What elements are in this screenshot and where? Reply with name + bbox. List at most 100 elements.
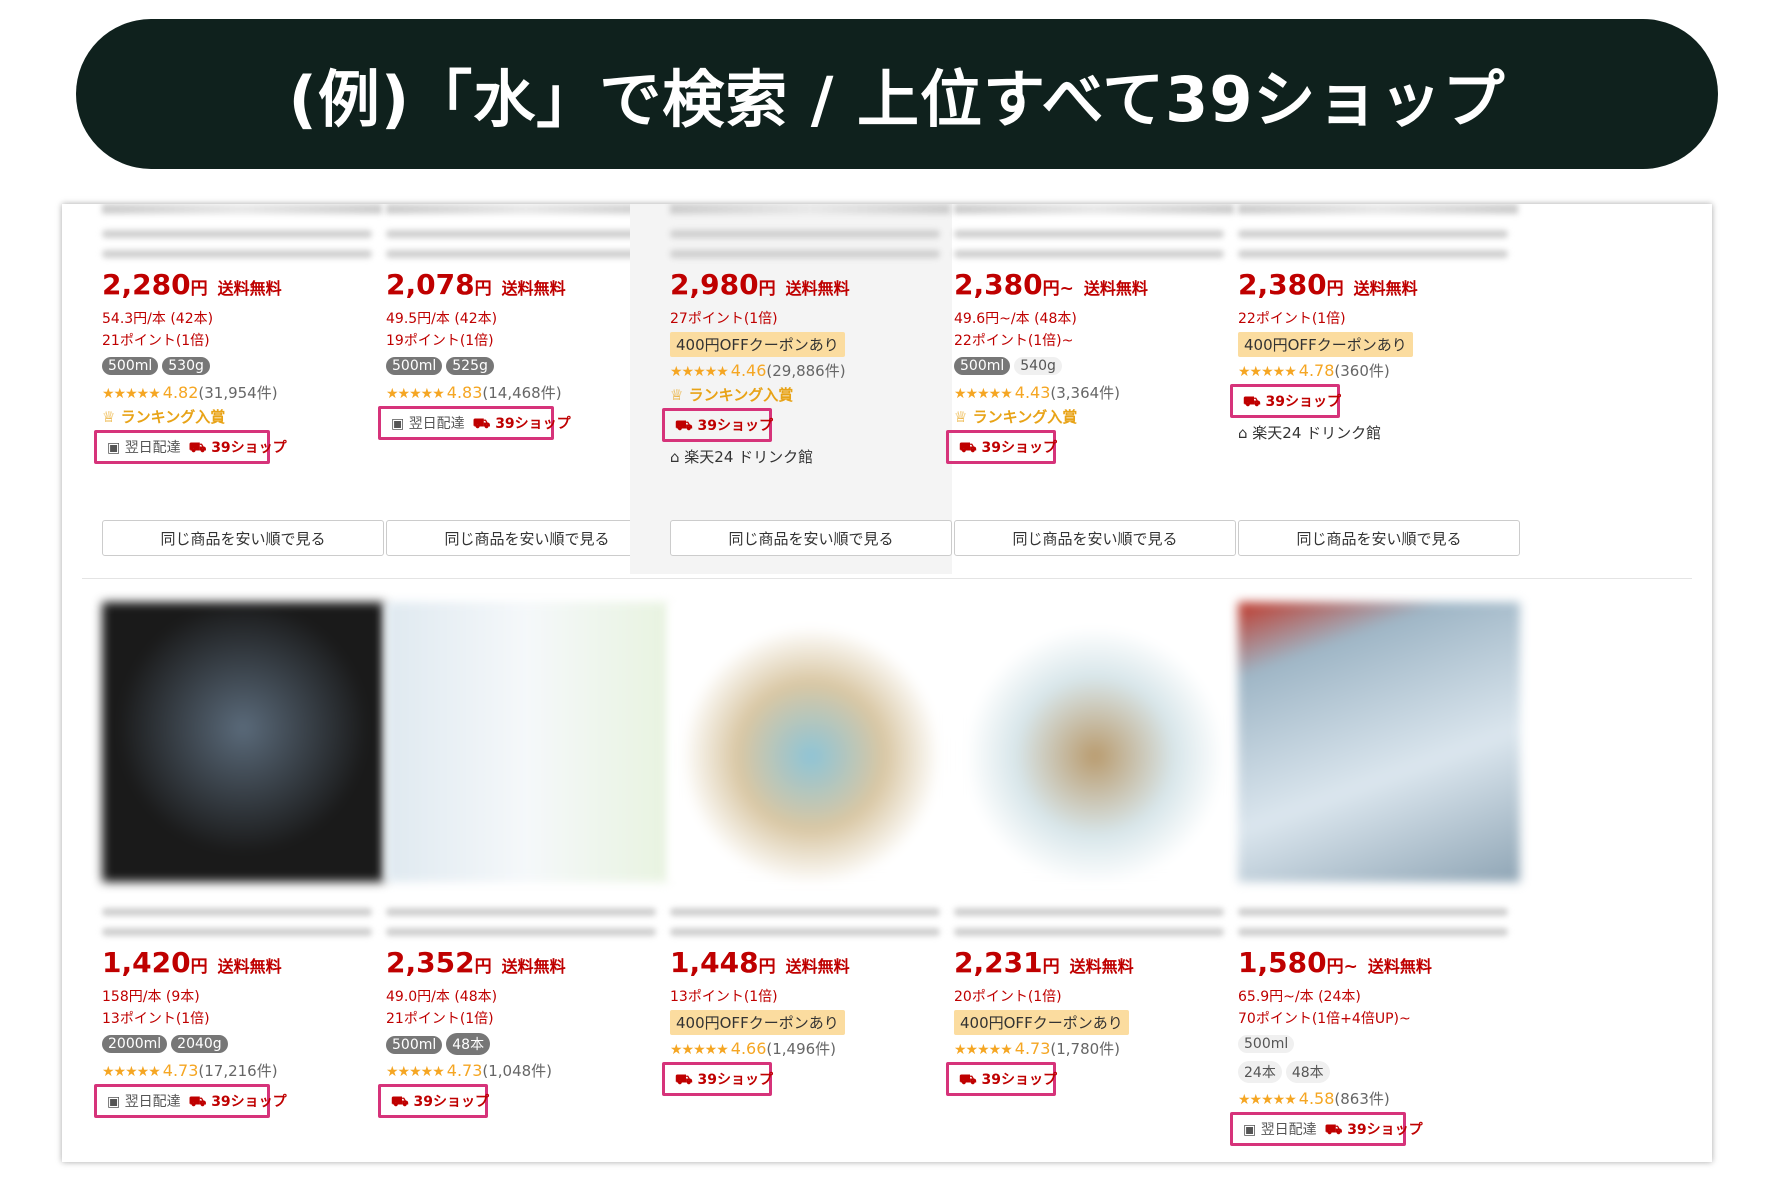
shop39-highlight-box: ⛟ 39ショップ — [662, 1062, 773, 1096]
next-day-delivery-badge: ▣ 翌日配達 — [107, 437, 181, 457]
coupon-badge[interactable]: 400円OFFクーポンあり — [1238, 332, 1413, 357]
product-title-blurred[interactable] — [954, 250, 1224, 258]
free-shipping-label: 送料無料 — [1367, 957, 1432, 976]
rating-value: 4.73 — [446, 1061, 483, 1080]
delivery-label: 翌日配達 — [1260, 1122, 1317, 1138]
rating[interactable]: ★★★★★ 4.73(1,780件) — [954, 1038, 1120, 1059]
compare-cheapest-button[interactable]: 同じ商品を安い順で見る — [670, 520, 952, 556]
product-title-blurred[interactable] — [386, 908, 656, 916]
delivery-label: 翌日配達 — [124, 440, 181, 456]
review-count: (14,468件) — [482, 384, 562, 402]
shop39-label: 39ショップ — [1347, 1121, 1423, 1138]
product-title-blurred[interactable] — [102, 928, 372, 936]
rating[interactable]: ★★★★★ 4.73(1,048件) — [386, 1060, 552, 1081]
product-card[interactable]: 2,380円~ 送料無料 49.6円~/本 (48本) 22ポイント(1倍)~ 500m… — [914, 204, 1236, 574]
rating-value: 4.73 — [162, 1061, 199, 1080]
product-title-blurred[interactable] — [102, 230, 372, 238]
product-card[interactable]: 1,448円 送料無料 13ポイント(1倍) 400円OFFクーポンあり ★★★★★ 4.… — [630, 594, 952, 1162]
shop39-label: 39ショップ — [697, 417, 773, 434]
product-title-blurred[interactable] — [386, 928, 656, 936]
product-title-blurred[interactable] — [386, 250, 656, 258]
product-image[interactable] — [954, 602, 1236, 882]
product-card[interactable]: 2,352円 送料無料 49.0円/本 (48本) 21ポイント(1倍) 500ml 48… — [346, 594, 668, 1162]
price-unit: 円 — [1326, 279, 1344, 299]
shop39-highlight-box: ⛟ 39ショップ — [378, 1084, 489, 1118]
rating[interactable]: ★★★★★ 4.78(360件) — [1238, 360, 1390, 381]
product-title-blurred[interactable] — [670, 908, 940, 916]
product-title-blurred[interactable] — [954, 908, 1224, 916]
spec-tag: 500ml — [102, 357, 159, 375]
coupon-badge[interactable]: 400円OFFクーポンあり — [954, 1010, 1129, 1035]
review-count: (29,886件) — [766, 362, 846, 380]
product-title-blurred[interactable] — [954, 230, 1224, 238]
price-line: 2,352円 送料無料 — [386, 946, 566, 979]
product-title-blurred[interactable] — [1238, 908, 1508, 916]
product-title-blurred[interactable] — [386, 230, 656, 238]
truck-icon: ⛟ — [959, 439, 982, 456]
product-image-edge — [386, 204, 666, 214]
search-results-panel: 2,280円 送料無料 54.3円/本 (42本) 21ポイント(1倍) 500ml 53… — [62, 204, 1712, 1162]
compare-cheapest-button[interactable]: 同じ商品を安い順で見る — [1238, 520, 1520, 556]
rating[interactable]: ★★★★★ 4.46(29,886件) — [670, 360, 846, 381]
rating[interactable]: ★★★★★ 4.82(31,954件) — [102, 382, 278, 403]
product-image[interactable] — [1238, 602, 1520, 882]
product-title-blurred[interactable] — [1238, 230, 1508, 238]
free-shipping-label: 送料無料 — [1083, 279, 1148, 298]
rating[interactable]: ★★★★★ 4.43(3,364件) — [954, 382, 1120, 403]
product-image[interactable] — [386, 602, 668, 882]
shop39-badge: ⛟ 39ショップ — [959, 437, 1057, 458]
product-title-blurred[interactable] — [670, 928, 940, 936]
product-title-blurred[interactable] — [670, 250, 940, 258]
rating[interactable]: ★★★★★ 4.83(14,468件) — [386, 382, 562, 403]
product-card[interactable]: 2,980円 送料無料 27ポイント(1倍) 400円OFFクーポンあり ★★★★★ 4.… — [630, 204, 952, 574]
shop39-label: 39ショップ — [981, 439, 1057, 456]
product-title-blurred[interactable] — [102, 250, 372, 258]
store-name[interactable]: ⌂ 楽天24 ドリンク館 — [670, 446, 813, 467]
price-value: 2,380 — [1238, 268, 1327, 301]
product-title-blurred[interactable] — [1238, 250, 1508, 258]
product-card[interactable]: 2,231円 送料無料 20ポイント(1倍) 400円OFFクーポンあり ★★★★★ 4.… — [914, 594, 1236, 1162]
truck-icon: ⛟ — [391, 1093, 414, 1110]
ranking-label: ランキング入賞 — [688, 386, 794, 404]
rating[interactable]: ★★★★★ 4.73(17,216件) — [102, 1060, 278, 1081]
shop39-label: 39ショップ — [495, 415, 571, 432]
compare-cheapest-button[interactable]: 同じ商品を安い順で見る — [102, 520, 384, 556]
product-title-blurred[interactable] — [102, 908, 372, 916]
coupon-badge[interactable]: 400円OFFクーポンあり — [670, 1010, 845, 1035]
points-text: 21ポイント(1倍) — [386, 1011, 494, 1027]
product-title-blurred[interactable] — [954, 928, 1224, 936]
price-unit: 円 — [758, 279, 776, 299]
compare-cheapest-button[interactable]: 同じ商品を安い順で見る — [954, 520, 1236, 556]
spec-tags: 500ml 540g — [954, 355, 1066, 375]
product-title-blurred[interactable] — [1238, 928, 1508, 936]
spec-tag: 2000ml — [102, 1035, 168, 1053]
product-card[interactable]: 2,078円 送料無料 49.5円/本 (42本) 19ポイント(1倍) 500ml 52… — [346, 204, 668, 574]
price-value: 2,078 — [386, 268, 475, 301]
rating-value: 4.66 — [730, 1039, 767, 1058]
free-shipping-label: 送料無料 — [785, 957, 850, 976]
compare-cheapest-button[interactable]: 同じ商品を安い順で見る — [386, 520, 668, 556]
rating-value: 4.83 — [446, 383, 483, 402]
price-line: 1,420円 送料無料 — [102, 946, 282, 979]
product-image[interactable] — [102, 602, 384, 882]
delivery-label: 翌日配達 — [408, 416, 465, 432]
box-icon: ▣ — [391, 416, 409, 432]
product-card[interactable]: 2,280円 送料無料 54.3円/本 (42本) 21ポイント(1倍) 500ml 53… — [62, 204, 384, 574]
product-card[interactable]: 1,420円 送料無料 158円/本 (9本) 13ポイント(1倍) 2000ml 204… — [62, 594, 384, 1162]
product-image-edge — [102, 204, 382, 214]
product-title-blurred[interactable] — [670, 230, 940, 238]
ranking-badge: ♕ ランキング入賞 — [954, 406, 1077, 427]
product-image-edge — [954, 204, 1234, 214]
box-icon: ▣ — [107, 440, 125, 456]
rating[interactable]: ★★★★★ 4.58(863件) — [1238, 1088, 1390, 1109]
shop39-highlight-box: ▣ 翌日配達 ⛟ 39ショップ — [94, 430, 287, 464]
product-card[interactable]: 1,580円~ 送料無料 65.9円~/本 (24本) 70ポイント(1倍+4倍UP)… — [1198, 594, 1520, 1162]
coupon-badge[interactable]: 400円OFFクーポンあり — [670, 332, 845, 357]
rating[interactable]: ★★★★★ 4.66(1,496件) — [670, 1038, 836, 1059]
delivery-label: 翌日配達 — [124, 1094, 181, 1110]
product-card[interactable]: 2,380円 送料無料 22ポイント(1倍) 400円OFFクーポンあり ★★★★★ 4.… — [1198, 204, 1520, 574]
store-name[interactable]: ⌂ 楽天24 ドリンク館 — [1238, 422, 1381, 443]
unit-price-text: 65.9円~/本 (24本) — [1238, 989, 1361, 1005]
product-image[interactable] — [670, 602, 952, 882]
ranking-badge: ♕ ランキング入賞 — [102, 406, 225, 427]
